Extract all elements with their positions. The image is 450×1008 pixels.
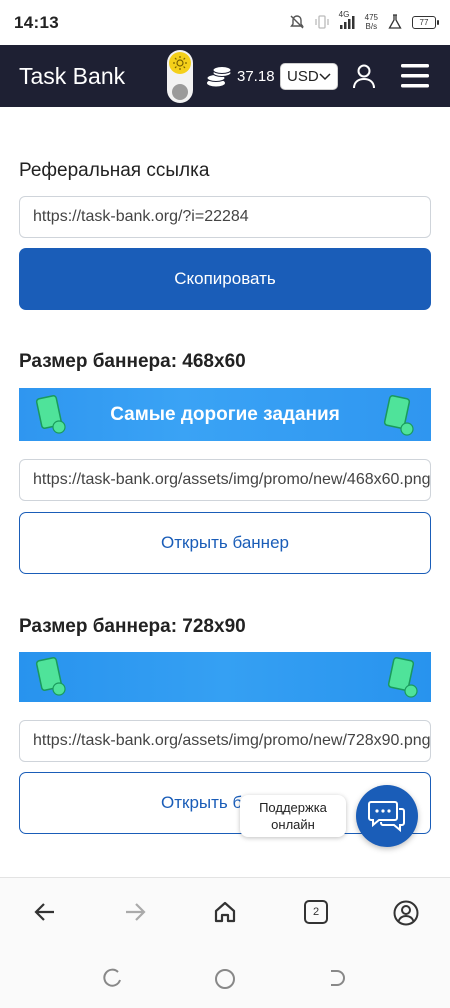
copy-button[interactable]: Скопировать [19,248,431,310]
phone-money-icon [383,395,414,436]
brand-logo[interactable]: Task Bank [19,63,125,90]
user-icon[interactable] [352,63,376,89]
currency-value: USD [287,68,319,85]
support-label[interactable]: Поддержка онлайн [240,795,346,837]
battery-icon: 77 [412,15,439,29]
chevron-down-icon [319,73,331,81]
referral-link-field[interactable]: https://task-bank.org/?i=22284 [19,196,431,238]
home-circle-icon[interactable] [214,968,236,990]
menu-icon[interactable] [400,63,430,89]
phone-money-icon [387,657,418,698]
status-icons: 4G 475 B/s 77 [289,10,439,34]
coins-icon [206,66,232,87]
battery-level: 77 [419,17,429,27]
banner-size-title: Размер баннера: 468x60 [19,351,246,372]
banner-728-url-field[interactable]: https://task-bank.org/assets/img/promo/n… [19,720,431,762]
chat-icon [368,801,405,833]
sun-icon [169,52,191,74]
status-time: 14:13 [14,13,59,32]
open-banner-468-button[interactable]: Открыть баннер [19,512,431,574]
dnd-off-icon [289,15,304,29]
net-speed-unit: B/s [365,22,378,31]
tabs-icon[interactable]: 2 [304,900,328,924]
moon-icon [172,84,188,100]
vibrate-icon [314,15,329,29]
flask-icon [388,14,402,29]
banner-468-text: Самые дорогие задания [110,404,340,425]
home-icon[interactable] [213,900,237,924]
balance-amount: 37.18 [237,68,275,85]
support-label-line1: Поддержка [259,800,327,815]
network-type: 4G [338,10,350,19]
support-chat-button[interactable] [356,785,418,847]
banner-468-preview: Самые дорогие задания [19,388,431,441]
recent-apps-icon[interactable] [103,968,123,988]
forward-arrow-icon[interactable] [123,900,147,924]
theme-toggle[interactable] [167,50,193,103]
status-bar: 14:13 4G 475 B/s 77 [0,0,450,45]
support-label-line2: онлайн [271,817,315,832]
back-arrow-icon[interactable] [33,900,57,924]
banner-728-preview [19,652,431,702]
system-nav-bar [0,949,450,1008]
app-header: Task Bank 37.18 USD [0,45,450,107]
currency-select[interactable]: USD [280,63,338,90]
main-content: Реферальная ссылка https://task-bank.org… [0,107,450,877]
system-back-icon[interactable] [327,968,347,988]
profile-icon[interactable] [393,900,419,926]
phone-money-icon [35,657,66,696]
banner-468-url-field[interactable]: https://task-bank.org/assets/img/promo/n… [19,459,431,501]
net-speed-value: 475 [364,13,378,22]
referral-title: Реферальная ссылка [19,160,210,181]
banner-size-title: Размер баннера: 728x90 [19,616,246,637]
net-speed: 475 B/s [365,13,378,31]
browser-toolbar: 2 [0,877,450,949]
